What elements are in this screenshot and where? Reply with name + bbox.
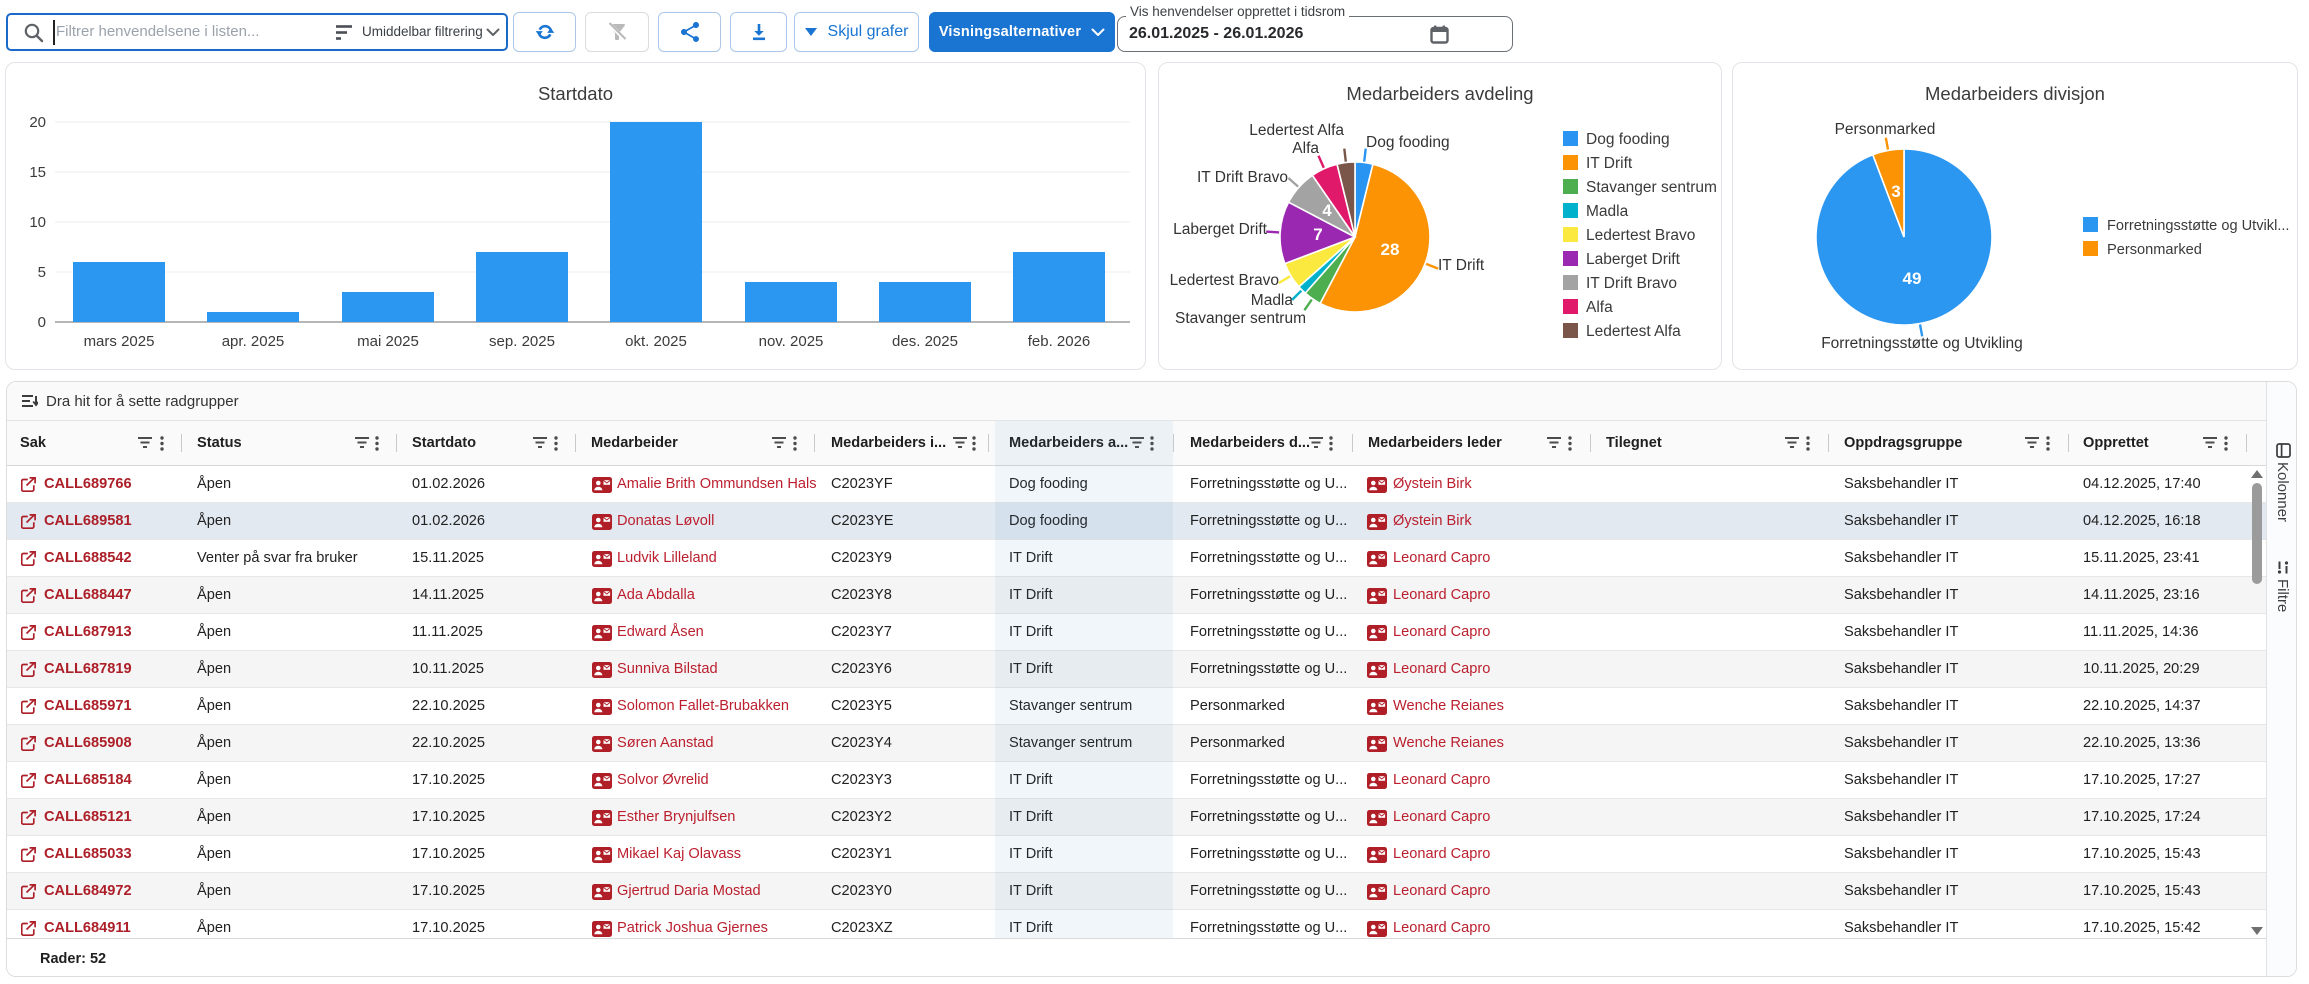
svg-text:Alfa: Alfa [1292,140,1319,157]
svg-text:20: 20 [29,114,46,131]
svg-text:sep. 2025: sep. 2025 [489,333,555,350]
svg-text:IT Drift: IT Drift [1586,155,1633,172]
svg-text:Laberget Drift: Laberget Drift [1173,221,1268,238]
svg-text:Forretningsstøtte og Utvikling: Forretningsstøtte og Utvikling [1821,335,2023,352]
svg-text:5: 5 [38,264,46,281]
svg-text:Dog fooding: Dog fooding [1366,134,1450,151]
svg-text:Forretningsstøtte og Utvikl...: Forretningsstøtte og Utvikl... [2107,218,2289,234]
svg-text:15: 15 [29,164,46,181]
svg-text:des. 2025: des. 2025 [892,333,958,350]
svg-text:Ledertest Bravo: Ledertest Bravo [1586,227,1695,244]
svg-text:Dog fooding: Dog fooding [1586,131,1670,148]
svg-text:apr. 2025: apr. 2025 [222,333,285,350]
svg-text:IT Drift Bravo: IT Drift Bravo [1586,275,1677,292]
svg-text:3: 3 [1891,182,1900,201]
svg-text:Madla: Madla [1251,292,1294,309]
svg-text:okt. 2025: okt. 2025 [625,333,687,350]
svg-text:mars 2025: mars 2025 [84,333,155,350]
svg-text:IT Drift Bravo: IT Drift Bravo [1197,169,1288,186]
svg-text:Ledertest Alfa: Ledertest Alfa [1249,122,1344,139]
svg-text:4: 4 [1322,201,1332,220]
svg-text:IT Drift: IT Drift [1438,257,1485,274]
svg-text:Laberget Drift: Laberget Drift [1586,251,1681,268]
svg-text:Madla: Madla [1586,203,1629,220]
svg-text:28: 28 [1381,240,1400,259]
svg-text:mai 2025: mai 2025 [357,333,419,350]
svg-text:nov. 2025: nov. 2025 [759,333,824,350]
svg-text:Stavanger sentrum: Stavanger sentrum [1175,310,1306,327]
svg-text:Personmarked: Personmarked [2107,242,2202,258]
svg-text:10: 10 [29,214,46,231]
svg-text:Ledertest Alfa: Ledertest Alfa [1586,323,1681,340]
svg-text:7: 7 [1313,225,1322,244]
svg-text:49: 49 [1903,269,1922,288]
svg-text:Stavanger sentrum: Stavanger sentrum [1586,179,1717,196]
svg-text:Ledertest Bravo: Ledertest Bravo [1170,272,1279,289]
svg-text:feb. 2026: feb. 2026 [1028,333,1091,350]
svg-text:Alfa: Alfa [1586,299,1613,316]
svg-text:0: 0 [38,314,46,331]
svg-text:Personmarked: Personmarked [1835,121,1936,138]
